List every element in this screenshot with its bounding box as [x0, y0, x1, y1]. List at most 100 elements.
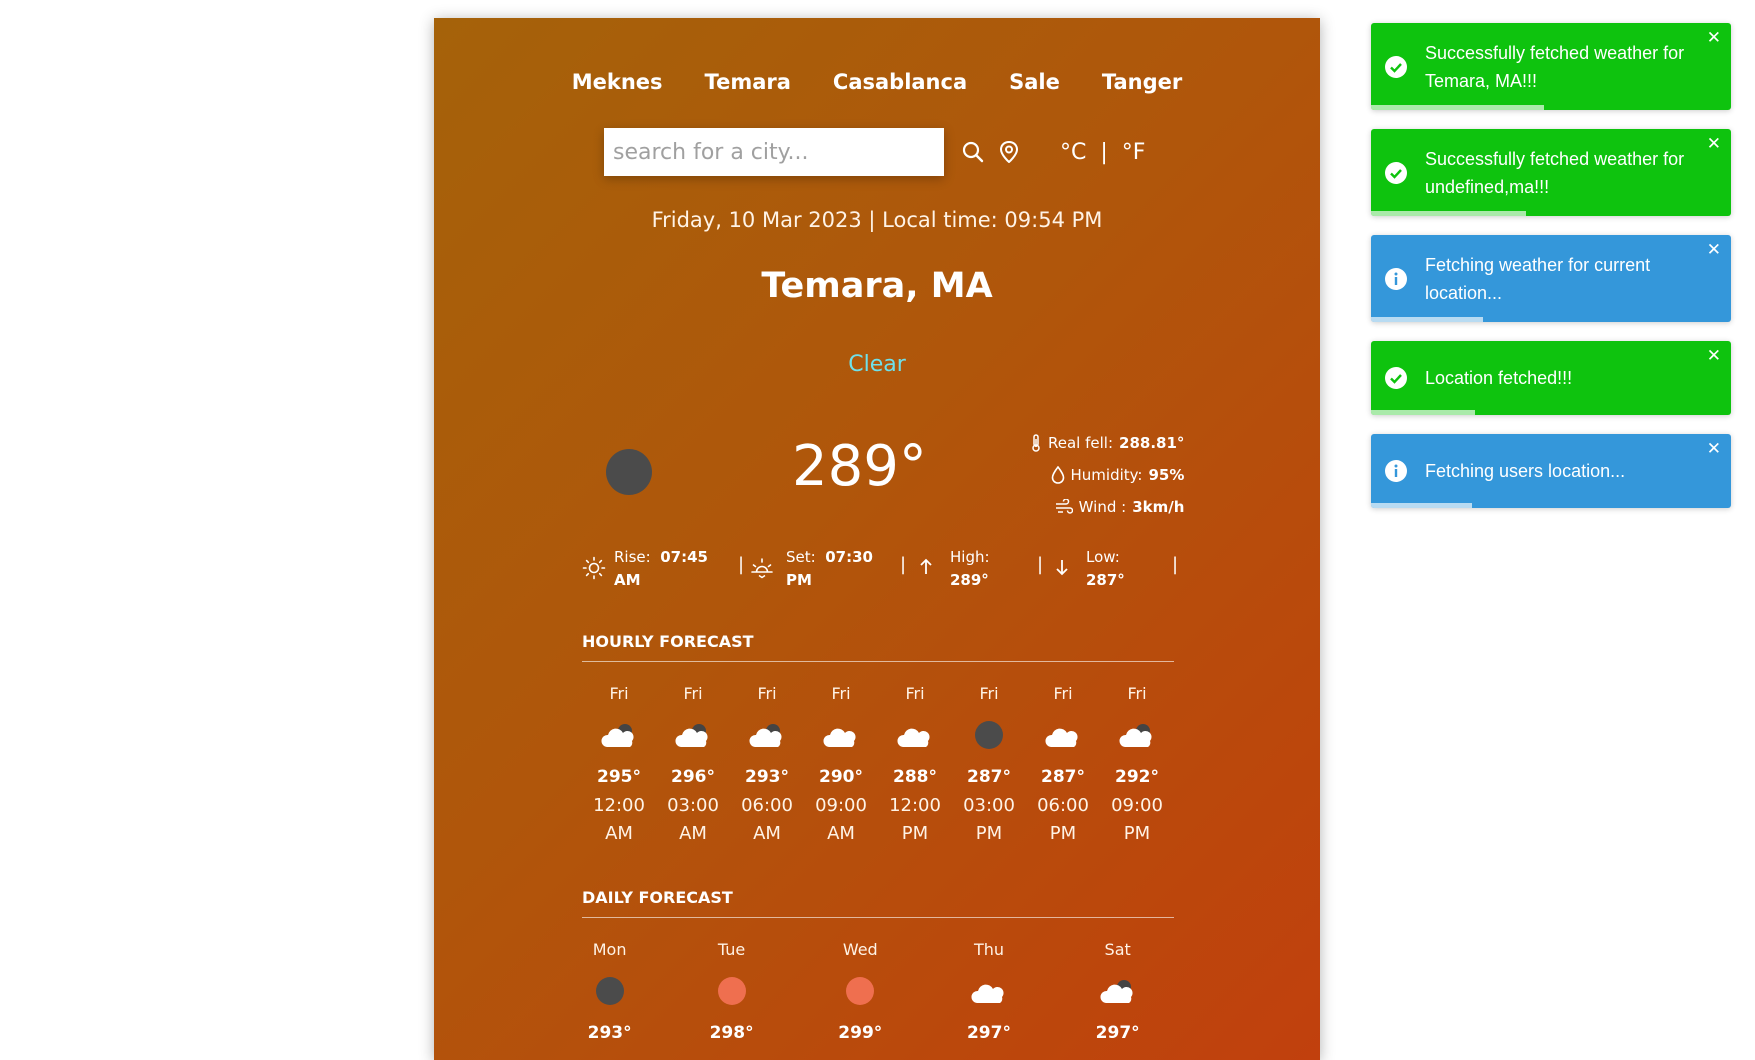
sunset-period: PM — [786, 571, 812, 589]
stat-separator: | — [1172, 554, 1179, 575]
hourly-item: Fri 290° 09:00 AM — [804, 684, 878, 848]
hourly-day: Fri — [831, 684, 851, 703]
stat-separator: | — [738, 554, 745, 575]
low-temp-value: 287° — [1086, 571, 1125, 589]
hourly-item: Fri 287° 03:00 PM — [952, 684, 1026, 848]
hourly-forecast-title: HOURLY FORECAST — [582, 632, 1174, 662]
sunset-icon — [751, 558, 773, 579]
cloud-icon — [1026, 708, 1100, 762]
hourly-temp: 295° — [597, 767, 641, 787]
toast-progress-bar — [1371, 105, 1544, 110]
daily-temp: 293° — [587, 1023, 632, 1043]
toast-info[interactable]: Fetching users location... ✕ — [1371, 434, 1731, 508]
close-icon[interactable]: ✕ — [1707, 135, 1721, 152]
sun-circle-icon — [667, 964, 796, 1018]
low-temp-label: Low: — [1086, 548, 1120, 566]
info-circle-icon — [1385, 460, 1407, 482]
sunrise-stat: Rise: 07:45 AM — [582, 546, 708, 592]
hourly-temp: 293° — [745, 767, 789, 787]
toast-info[interactable]: Fetching weather for current location...… — [1371, 235, 1731, 322]
dark-circle-icon — [952, 708, 1026, 762]
hourly-item: Fri 287° 06:00 PM — [1026, 684, 1100, 848]
daily-day: Mon — [592, 940, 627, 959]
stat-separator: | — [900, 554, 907, 575]
close-icon[interactable]: ✕ — [1707, 347, 1721, 364]
daily-temp: 297° — [1095, 1023, 1140, 1043]
hourly-time-period: AM — [605, 823, 633, 844]
current-temperature: 289° — [792, 434, 927, 499]
toast-body: Fetching users location... — [1371, 434, 1731, 508]
daily-temp: 298° — [709, 1023, 754, 1043]
city-link-meknes[interactable]: Meknes — [572, 70, 663, 94]
hourly-time-period: AM — [679, 823, 707, 844]
real-feel-label: Real fell: — [1048, 434, 1114, 452]
hourly-item: Fri 296° 03:00 AM — [656, 684, 730, 848]
search-row: °C | °F — [604, 128, 1145, 176]
city-link-casablanca[interactable]: Casablanca — [833, 70, 967, 94]
hourly-time-value: 12:00 — [889, 795, 941, 816]
arrow-up-icon — [920, 558, 932, 574]
close-icon[interactable]: ✕ — [1707, 29, 1721, 46]
sunset-label: Set: — [786, 548, 816, 566]
city-link-tanger[interactable]: Tanger — [1102, 70, 1182, 94]
city-link-temara[interactable]: Temara — [705, 70, 791, 94]
celsius-button[interactable]: °C — [1060, 140, 1086, 165]
toast-message: Fetching weather for current location... — [1425, 254, 1651, 303]
hourly-day: Fri — [757, 684, 777, 703]
info-circle-icon — [1385, 267, 1407, 290]
fahrenheit-button[interactable]: °F — [1122, 140, 1146, 165]
daily-day: Thu — [973, 940, 1004, 959]
close-icon[interactable]: ✕ — [1707, 241, 1721, 258]
hourly-item: Fri 293° 06:00 AM — [730, 684, 804, 848]
daily-day: Tue — [717, 940, 746, 959]
city-link-sale[interactable]: Sale — [1009, 70, 1060, 94]
humidity-value: 95% — [1148, 466, 1185, 484]
sunrise-period: AM — [614, 571, 641, 589]
hourly-time-value: 03:00 — [667, 795, 719, 816]
sunrise-label: Rise: — [614, 548, 651, 566]
close-icon[interactable]: ✕ — [1707, 440, 1721, 457]
toast-success[interactable]: Successfully fetched weather for Temara,… — [1371, 23, 1731, 110]
daily-item: Sat 297° — [1053, 940, 1182, 1048]
sunrise-text: Rise: 07:45 AM — [614, 546, 708, 592]
toast-message: Location fetched!!! — [1425, 368, 1573, 388]
unit-separator: | — [1100, 139, 1108, 165]
hourly-time-period: PM — [1123, 823, 1151, 844]
daily-day: Wed — [842, 940, 878, 959]
daily-item: Mon 293° — [552, 940, 667, 1048]
hourly-time-value: 12:00 — [593, 795, 645, 816]
toast-message: Fetching users location... — [1425, 461, 1626, 481]
stat-separator: | — [1037, 554, 1044, 575]
location-pin-icon[interactable] — [996, 139, 1022, 165]
daily-forecast-title: DAILY FORECAST — [582, 888, 1174, 918]
wind-icon — [1055, 499, 1073, 514]
check-circle-icon — [1385, 367, 1407, 389]
hourly-temp: 290° — [819, 767, 863, 787]
low-temp-text: Low: 287° — [1086, 546, 1125, 592]
toast-success[interactable]: Successfully fetched weather for undefin… — [1371, 129, 1731, 216]
hourly-time-value: 09:00 — [815, 795, 867, 816]
hourly-temp: 287° — [1041, 767, 1085, 787]
hourly-time-value: 06:00 — [741, 795, 793, 816]
search-icon[interactable] — [960, 139, 986, 165]
sunrise-time: 07:45 — [660, 548, 708, 566]
high-temp-label: High: — [950, 548, 990, 566]
arrow-down-icon — [1056, 560, 1068, 576]
toast-body: Successfully fetched weather for undefin… — [1371, 129, 1731, 216]
hourly-item: Fri 295° 12:00 AM — [582, 684, 656, 848]
toast-message: Successfully fetched weather for Temara,… — [1425, 42, 1685, 91]
search-input[interactable] — [604, 128, 944, 176]
cloud-icon — [878, 708, 952, 762]
cloud-night-icon — [730, 708, 804, 762]
location-title: Temara, MA — [761, 266, 993, 306]
hourly-item: Fri 292° 09:00 PM — [1100, 684, 1174, 848]
check-circle-icon — [1385, 55, 1407, 78]
hourly-temp: 296° — [671, 767, 715, 787]
hourly-temp: 287° — [967, 767, 1011, 787]
daily-forecast: Mon 293° Tue 298° Wed 299° Thu 297° Sat — [582, 940, 1182, 1048]
toast-success[interactable]: Location fetched!!! ✕ — [1371, 341, 1731, 415]
unit-toggle: °C | °F — [1060, 140, 1145, 165]
hourly-day: Fri — [609, 684, 629, 703]
wind-row: Wind : 3km/h — [1030, 491, 1184, 523]
toast-progress-bar — [1371, 410, 1476, 415]
